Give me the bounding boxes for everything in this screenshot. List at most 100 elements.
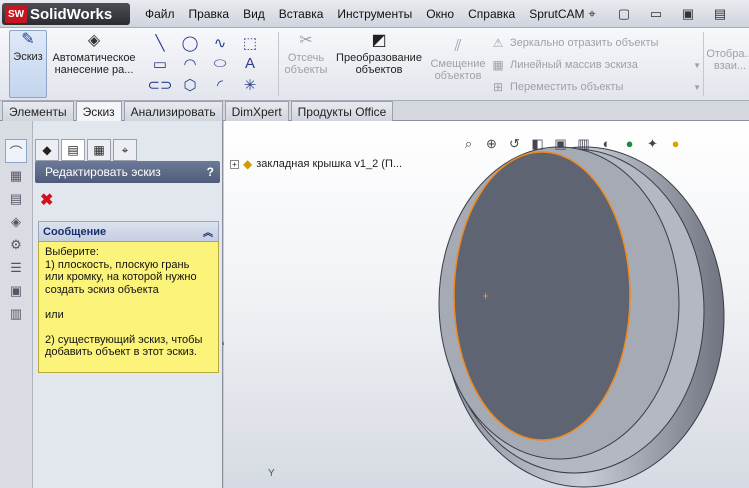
panel-title: Редактировать эскиз (45, 165, 161, 179)
move-icon: ⊞ (492, 80, 504, 94)
ribbon-secondary-tools: ⚠ Зеркально отразить объекты ▦ Линейный … (491, 32, 701, 98)
graphics-area[interactable]: + ◆ закладная крышка v1_2 (П... ⌕ ⊕ ↺ ◧ … (224, 121, 749, 488)
offset-entities-button[interactable]: ⫽ Смещение объектов (430, 38, 486, 94)
axis-triad: Y (268, 468, 275, 479)
chevron-down-icon[interactable]: ▼ (693, 61, 701, 70)
heads-up-view-toolbar: ⌕ ⊕ ↺ ◧ ▣ ▥ ◐ ● ✦ ● (460, 135, 684, 152)
polygon-icon[interactable]: ⬡ (175, 74, 205, 95)
grid-snap-icon[interactable]: ⬚ (235, 32, 265, 53)
display-relations-button[interactable]: Отобра... взаи... (705, 48, 749, 88)
rectangle-icon[interactable]: ▭ (145, 53, 175, 74)
pin-icon[interactable]: ⌖ (578, 3, 606, 25)
quick-access-toolbar: ⌖ ▢ ▭ ▣ ▤ (578, 3, 734, 25)
sketch-curve-icon[interactable]: ⌒ (5, 139, 27, 163)
sketch-button[interactable]: ✎ Эскиз (9, 30, 47, 98)
solidworks-logo[interactable]: SW SolidWorks (2, 3, 130, 25)
menu-edit[interactable]: Правка (182, 7, 237, 21)
menu-file[interactable]: Файл (138, 7, 182, 21)
view-orientation-icon[interactable]: ▣ (552, 135, 569, 152)
previous-view-icon[interactable]: ↺ (506, 135, 523, 152)
panel-header: Редактировать эскиз ? (35, 161, 220, 183)
property-manager: ◆ ▤ ▦ ⌖ Редактировать эскиз ? ✖ Сообщени… (33, 121, 223, 488)
linear-pattern-button[interactable]: ▦ Линейный массив эскиза ▼ (491, 54, 701, 76)
cylinder-front-face[interactable] (453, 151, 631, 441)
zoom-to-fit-icon[interactable]: ⌕ (460, 135, 477, 152)
menu-view[interactable]: Вид (236, 7, 272, 21)
realview-icon[interactable]: ● (667, 135, 684, 152)
tab-sketch[interactable]: Эскиз (75, 101, 122, 122)
smart-dimension-button[interactable]: ◈ Автоматическое нанесение ра... (50, 32, 138, 94)
convert-entities-button[interactable]: ◩ Преобразование объектов (333, 32, 425, 94)
menu-help[interactable]: Справка (461, 7, 522, 21)
save-icon[interactable]: ▣ (674, 3, 702, 25)
message-group-header[interactable]: Сообщение ︽ (38, 221, 219, 241)
model-view[interactable] (224, 121, 749, 488)
move-entities-button[interactable]: ⊞ Переместить объекты ▼ (491, 76, 701, 98)
trim-label: Отсечь объекты (284, 52, 328, 76)
message-text: Выберите: 1) плоскость, плоскую грань ил… (38, 241, 219, 373)
menu-window[interactable]: Окно (419, 7, 461, 21)
list-icon[interactable]: ☰ (5, 258, 27, 278)
text-icon[interactable]: A (235, 53, 265, 74)
app-name: SolidWorks (30, 5, 113, 23)
offset-icon: ⫽ (454, 38, 462, 55)
print-icon[interactable]: ▤ (706, 3, 734, 25)
offset-label: Смещение объектов (430, 58, 486, 82)
scene-icon[interactable]: ✦ (644, 135, 661, 152)
menu-tools[interactable]: Инструменты (330, 7, 419, 21)
zoom-to-area-icon[interactable]: ⊕ (483, 135, 500, 152)
command-manager: ✎ Эскиз ◈ Автоматическое нанесение ра...… (0, 28, 749, 101)
hide-show-items-icon[interactable]: ◐ (598, 135, 615, 152)
tab-dimxpert[interactable]: DimXpert (224, 101, 289, 121)
sketch-entity-tools: ╲ ◯ ∿ ⬚ ▭ ◠ ⬭ A ⊂⊃ ⬡ ◜ ✳ (145, 32, 275, 96)
document-icon[interactable]: ▣ (5, 281, 27, 301)
configuration-manager-tab-icon[interactable]: ▦ (87, 139, 111, 161)
tab-features[interactable]: Элементы (2, 101, 74, 121)
part-icon[interactable]: ◈ (5, 212, 27, 232)
smart-dimension-label: Автоматическое нанесение ра... (52, 52, 136, 76)
ribbon-separator (703, 32, 704, 96)
circle-icon[interactable]: ◯ (175, 32, 205, 53)
chevron-down-icon[interactable]: ▼ (693, 83, 701, 92)
arc-icon[interactable]: ◠ (175, 53, 205, 74)
menu-insert[interactable]: Вставка (272, 7, 331, 21)
settings-gear-icon[interactable]: ⚙ (5, 235, 27, 255)
cancel-icon[interactable]: ✖ (40, 190, 56, 210)
fillet-icon[interactable]: ◜ (205, 74, 235, 95)
help-icon[interactable]: ? (207, 165, 214, 179)
feature-tree-root[interactable]: + ◆ закладная крышка v1_2 (П... (230, 157, 402, 171)
message-title: Сообщение (43, 225, 107, 238)
display-style-icon[interactable]: ▥ (575, 135, 592, 152)
mirror-entities-button[interactable]: ⚠ Зеркально отразить объекты (491, 32, 701, 54)
point-icon[interactable]: ✳ (235, 74, 265, 95)
layers-icon[interactable]: ▤ (5, 189, 27, 209)
property-manager-tab-icon[interactable]: ▤ (61, 139, 85, 161)
command-manager-tabs: Элементы Эскиз Анализировать DimXpert Пр… (0, 101, 749, 122)
line-icon[interactable]: ╲ (145, 32, 175, 53)
collapse-icon[interactable]: ︽ (203, 224, 213, 239)
ellipse-icon[interactable]: ⬭ (205, 53, 235, 74)
appearance-icon[interactable]: ● (621, 135, 638, 152)
linear-pattern-label: Линейный массив эскиза (510, 59, 638, 71)
tab-office-products[interactable]: Продукты Office (290, 101, 394, 121)
trim-entities-button[interactable]: ✂ Отсечь объекты (280, 32, 332, 94)
dimxpert-manager-tab-icon[interactable]: ⌖ (113, 139, 137, 161)
convert-icon: ◩ (371, 32, 387, 49)
menu-bar: SW SolidWorks Файл Правка Вид Вставка Ин… (0, 0, 749, 28)
new-document-icon[interactable]: ▢ (610, 3, 638, 25)
move-label: Переместить объекты (510, 81, 624, 93)
open-folder-icon[interactable]: ▭ (642, 3, 670, 25)
spline-icon[interactable]: ∿ (205, 32, 235, 53)
section-view-icon[interactable]: ◧ (529, 135, 546, 152)
manager-tabs: ◆ ▤ ▦ ⌖ (33, 121, 222, 161)
message-group: Сообщение ︽ Выберите: 1) плоскость, плос… (38, 221, 219, 471)
slot-icon[interactable]: ⊂⊃ (145, 74, 175, 95)
report-icon[interactable]: ▥ (5, 304, 27, 324)
ribbon-separator (278, 32, 279, 96)
table-icon[interactable]: ▦ (5, 166, 27, 186)
convert-label: Преобразование объектов (336, 52, 422, 76)
tab-evaluate[interactable]: Анализировать (123, 101, 223, 121)
expand-icon[interactable]: + (230, 159, 239, 169)
feature-manager-tab-icon[interactable]: ◆ (35, 139, 59, 161)
mirror-icon: ⚠ (492, 36, 504, 50)
